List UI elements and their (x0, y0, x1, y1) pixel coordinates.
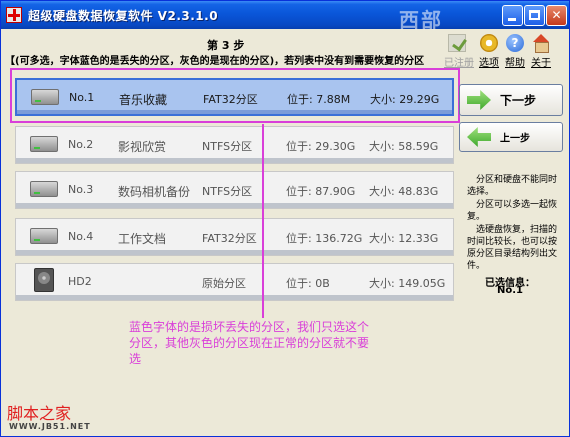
partition-row-hd2[interactable]: HD2 原始分区 位于: 0B 大小: 149.05G (15, 263, 454, 301)
partition-pos: 位于: 29.30G (286, 140, 356, 153)
partition-size: 大小: 58.59G (369, 140, 439, 153)
help-text-3: 选硬盘恢复，扫描的时间比较长，也可以按原分区目录结构列出文件。 (467, 225, 558, 271)
help-label: 帮助 (505, 58, 525, 69)
drive-icon (30, 135, 60, 153)
partition-no: No.3 (68, 183, 94, 196)
partition-row-2[interactable]: No.2 影视欣赏 NTFS分区 位于: 29.30G 大小: 58.59G (15, 126, 454, 164)
registered-tool: 已注册 (444, 34, 474, 69)
drive-icon (30, 180, 60, 198)
partition-fs: 原始分区 (202, 277, 246, 290)
about-label: 关于 (531, 58, 551, 69)
house-icon (532, 34, 550, 53)
app-window: 超级硬盘数据恢复软件 V2.3.1.0 西部 ✕ 第 3 步 【(可多选，字体蓝… (0, 0, 570, 437)
footer-logo: 脚本之家 (7, 404, 72, 423)
partition-fs: NTFS分区 (202, 185, 253, 198)
hard-disk-icon (30, 268, 60, 292)
drive-icon (30, 227, 60, 245)
partition-row-3[interactable]: No.3 数码相机备份 NTFS分区 位于: 87.90G 大小: 48.83G (15, 171, 454, 209)
partition-no: No.4 (68, 230, 94, 243)
partition-no: No.2 (68, 138, 94, 151)
partition-name: 影视欣赏 (118, 140, 167, 154)
maximize-icon (529, 10, 540, 20)
options-label: 选项 (479, 58, 499, 69)
partition-size: 大小: 48.83G (369, 185, 439, 198)
close-button[interactable]: ✕ (546, 5, 567, 26)
prev-step-label: 上一步 (500, 133, 530, 145)
registered-label: 已注册 (444, 58, 474, 69)
selection-value: No.1 (497, 285, 523, 296)
next-step-button[interactable]: 下一步 (459, 84, 563, 116)
help-panel: 分区和硬盘不能同时选择。 分区可以多选一起恢复。 选硬盘恢复，扫描的时间比较长，… (467, 174, 563, 273)
partition-fs: NTFS分区 (202, 140, 253, 153)
help-text-1: 分区和硬盘不能同时选择。 (467, 175, 558, 197)
close-icon: ✕ (551, 8, 562, 22)
annotation-highlight-box (10, 68, 460, 123)
annotation-text: 蓝色字体的是损坏丢失的分区，我们只选这个分区，其他灰色的分区现在正常的分区就不要… (129, 320, 370, 366)
partition-name: 工作文档 (118, 232, 167, 246)
help-icon: ? (506, 34, 524, 52)
prev-step-button[interactable]: 上一步 (459, 122, 563, 152)
window-title: 超级硬盘数据恢复软件 V2.3.1.0 (28, 9, 219, 23)
annotation-pointer-line (262, 124, 264, 318)
partition-row-4[interactable]: No.4 工作文档 FAT32分区 位于: 136.72G 大小: 12.33G (15, 218, 454, 256)
partition-pos: 位于: 0B (286, 277, 330, 290)
partition-size: 大小: 149.05G (369, 277, 446, 290)
maximize-button[interactable] (524, 5, 545, 26)
check-icon (448, 34, 466, 52)
instructions-text: 【(可多选，字体蓝色的是丢失的分区，灰色的是现在的分区)，若列表中没有到需要恢复… (5, 56, 425, 67)
next-step-label: 下一步 (500, 93, 537, 108)
minimize-icon (508, 18, 516, 21)
title-bar[interactable]: 超级硬盘数据恢复软件 V2.3.1.0 西部 ✕ (1, 1, 569, 32)
help-tool[interactable]: ? 帮助 (502, 34, 528, 69)
watermark: 西部 (399, 8, 443, 32)
partition-pos: 位于: 136.72G (286, 232, 363, 245)
partition-no: HD2 (68, 275, 92, 288)
partition-name: 数码相机备份 (118, 185, 191, 199)
about-tool[interactable]: 关于 (528, 34, 554, 69)
arrow-left-icon (467, 127, 491, 147)
app-icon[interactable] (6, 7, 22, 23)
partition-pos: 位于: 87.90G (286, 185, 356, 198)
gear-icon (480, 34, 498, 52)
arrow-right-icon (467, 90, 491, 110)
step-title: 第 3 步 (207, 39, 245, 52)
partition-size: 大小: 12.33G (369, 232, 439, 245)
footer-url: WWW.JB51.NET (9, 422, 91, 431)
partition-fs: FAT32分区 (202, 232, 257, 245)
help-text-2: 分区可以多选一起恢复。 (467, 200, 558, 222)
minimize-button[interactable] (502, 5, 523, 26)
options-tool[interactable]: 选项 (476, 34, 502, 69)
